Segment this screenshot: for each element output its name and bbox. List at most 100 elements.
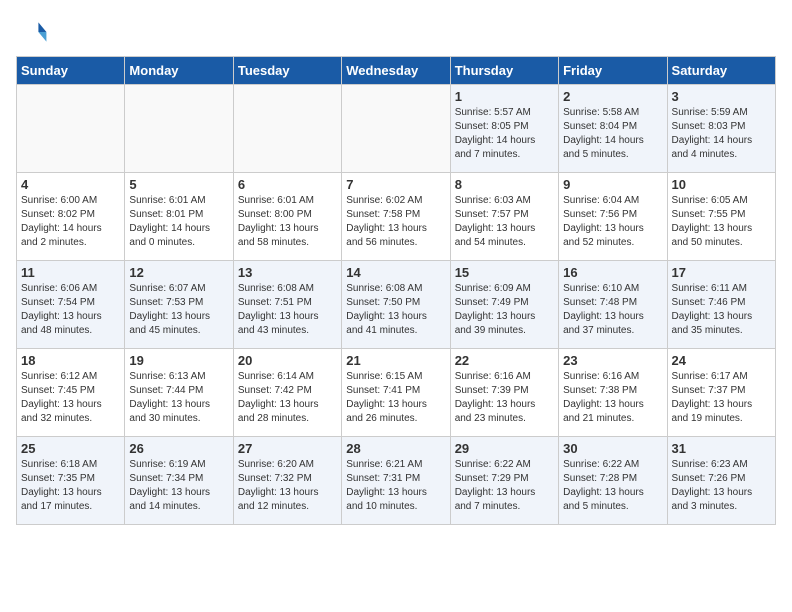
day-number: 9 (563, 177, 662, 192)
day-info: Sunrise: 6:22 AM Sunset: 7:28 PM Dayligh… (563, 458, 662, 514)
day-number: 31 (672, 441, 771, 456)
calendar-cell: 9 Sunrise: 6:04 AM Sunset: 7:56 PM Daylig… (559, 173, 667, 261)
day-number: 26 (129, 441, 228, 456)
calendar-cell: 25Sunrise: 6:18 AM Sunset: 7:35 PM Dayli… (17, 437, 125, 525)
day-info: Sunrise: 6:08 AM Sunset: 7:50 PM Dayligh… (346, 282, 445, 338)
header-thursday: Thursday (450, 57, 558, 85)
logo (16, 16, 52, 48)
day-number: 11 (21, 265, 120, 280)
calendar: SundayMondayTuesdayWednesdayThursdayFrid… (16, 56, 776, 525)
day-info: Sunrise: 6:11 AM Sunset: 7:46 PM Dayligh… (672, 282, 771, 338)
day-info: Sunrise: 5:58 AM Sunset: 8:04 PM Dayligh… (563, 106, 662, 162)
day-info: Sunrise: 6:06 AM Sunset: 7:54 PM Dayligh… (21, 282, 120, 338)
calendar-cell: 22Sunrise: 6:16 AM Sunset: 7:39 PM Dayli… (450, 349, 558, 437)
logo-icon (16, 16, 48, 48)
day-number: 30 (563, 441, 662, 456)
calendar-cell (125, 85, 233, 173)
week-row-2: 4 Sunrise: 6:00 AM Sunset: 8:02 PM Daylig… (17, 173, 776, 261)
calendar-cell: 31 Sunrise: 6:23 AM Sunset: 7:26 PM Dayli… (667, 437, 775, 525)
week-row-4: 18 Sunrise: 6:12 AM Sunset: 7:45 PM Dayli… (17, 349, 776, 437)
calendar-cell: 19Sunrise: 6:13 AM Sunset: 7:44 PM Dayli… (125, 349, 233, 437)
day-info: Sunrise: 6:05 AM Sunset: 7:55 PM Dayligh… (672, 194, 771, 250)
day-number: 25 (21, 441, 120, 456)
day-info: Sunrise: 6:04 AM Sunset: 7:56 PM Dayligh… (563, 194, 662, 250)
calendar-cell: 5 Sunrise: 6:01 AM Sunset: 8:01 PM Daylig… (125, 173, 233, 261)
day-info: Sunrise: 6:07 AM Sunset: 7:53 PM Dayligh… (129, 282, 228, 338)
day-number: 28 (346, 441, 445, 456)
day-number: 23 (563, 353, 662, 368)
day-number: 16 (563, 265, 662, 280)
day-number: 8 (455, 177, 554, 192)
day-number: 1 (455, 89, 554, 104)
calendar-header-row: SundayMondayTuesdayWednesdayThursdayFrid… (17, 57, 776, 85)
day-number: 7 (346, 177, 445, 192)
week-row-5: 25Sunrise: 6:18 AM Sunset: 7:35 PM Dayli… (17, 437, 776, 525)
day-info: Sunrise: 6:01 AM Sunset: 8:01 PM Dayligh… (129, 194, 228, 250)
day-info: Sunrise: 6:16 AM Sunset: 7:38 PM Dayligh… (563, 370, 662, 426)
calendar-cell: 2Sunrise: 5:58 AM Sunset: 8:04 PM Daylig… (559, 85, 667, 173)
calendar-cell: 12 Sunrise: 6:07 AM Sunset: 7:53 PM Dayli… (125, 261, 233, 349)
day-info: Sunrise: 6:20 AM Sunset: 7:32 PM Dayligh… (238, 458, 337, 514)
day-number: 29 (455, 441, 554, 456)
header-wednesday: Wednesday (342, 57, 450, 85)
day-info: Sunrise: 6:03 AM Sunset: 7:57 PM Dayligh… (455, 194, 554, 250)
week-row-3: 11 Sunrise: 6:06 AM Sunset: 7:54 PM Dayli… (17, 261, 776, 349)
day-info: Sunrise: 6:01 AM Sunset: 8:00 PM Dayligh… (238, 194, 337, 250)
calendar-cell: 17 Sunrise: 6:11 AM Sunset: 7:46 PM Dayli… (667, 261, 775, 349)
day-number: 4 (21, 177, 120, 192)
day-number: 3 (672, 89, 771, 104)
calendar-cell: 18 Sunrise: 6:12 AM Sunset: 7:45 PM Dayli… (17, 349, 125, 437)
calendar-cell: 23 Sunrise: 6:16 AM Sunset: 7:38 PM Dayli… (559, 349, 667, 437)
day-number: 17 (672, 265, 771, 280)
day-info: Sunrise: 5:57 AM Sunset: 8:05 PM Dayligh… (455, 106, 554, 162)
day-number: 5 (129, 177, 228, 192)
day-number: 12 (129, 265, 228, 280)
day-number: 22 (455, 353, 554, 368)
day-info: Sunrise: 6:09 AM Sunset: 7:49 PM Dayligh… (455, 282, 554, 338)
day-info: Sunrise: 6:02 AM Sunset: 7:58 PM Dayligh… (346, 194, 445, 250)
calendar-cell: 16 Sunrise: 6:10 AM Sunset: 7:48 PM Dayli… (559, 261, 667, 349)
calendar-cell: 20 Sunrise: 6:14 AM Sunset: 7:42 PM Dayli… (233, 349, 341, 437)
day-number: 21 (346, 353, 445, 368)
header-saturday: Saturday (667, 57, 775, 85)
day-info: Sunrise: 6:00 AM Sunset: 8:02 PM Dayligh… (21, 194, 120, 250)
calendar-cell: 15 Sunrise: 6:09 AM Sunset: 7:49 PM Dayli… (450, 261, 558, 349)
calendar-cell (17, 85, 125, 173)
day-number: 24 (672, 353, 771, 368)
day-info: Sunrise: 6:23 AM Sunset: 7:26 PM Dayligh… (672, 458, 771, 514)
day-info: Sunrise: 6:22 AM Sunset: 7:29 PM Dayligh… (455, 458, 554, 514)
calendar-cell: 1 Sunrise: 5:57 AM Sunset: 8:05 PM Daylig… (450, 85, 558, 173)
day-number: 20 (238, 353, 337, 368)
header-friday: Friday (559, 57, 667, 85)
calendar-cell: 24 Sunrise: 6:17 AM Sunset: 7:37 PM Dayli… (667, 349, 775, 437)
day-number: 18 (21, 353, 120, 368)
header-sunday: Sunday (17, 57, 125, 85)
calendar-cell: 3Sunrise: 5:59 AM Sunset: 8:03 PM Daylig… (667, 85, 775, 173)
calendar-cell: 6 Sunrise: 6:01 AM Sunset: 8:00 PM Daylig… (233, 173, 341, 261)
calendar-cell: 14 Sunrise: 6:08 AM Sunset: 7:50 PM Dayli… (342, 261, 450, 349)
day-number: 10 (672, 177, 771, 192)
calendar-cell: 10 Sunrise: 6:05 AM Sunset: 7:55 PM Dayli… (667, 173, 775, 261)
day-info: Sunrise: 6:13 AM Sunset: 7:44 PM Dayligh… (129, 370, 228, 426)
header-monday: Monday (125, 57, 233, 85)
day-number: 6 (238, 177, 337, 192)
calendar-cell: 21Sunrise: 6:15 AM Sunset: 7:41 PM Dayli… (342, 349, 450, 437)
day-info: Sunrise: 6:08 AM Sunset: 7:51 PM Dayligh… (238, 282, 337, 338)
day-info: Sunrise: 6:12 AM Sunset: 7:45 PM Dayligh… (21, 370, 120, 426)
day-number: 15 (455, 265, 554, 280)
day-info: Sunrise: 6:14 AM Sunset: 7:42 PM Dayligh… (238, 370, 337, 426)
header (16, 16, 776, 48)
day-info: Sunrise: 6:21 AM Sunset: 7:31 PM Dayligh… (346, 458, 445, 514)
calendar-cell: 13Sunrise: 6:08 AM Sunset: 7:51 PM Dayli… (233, 261, 341, 349)
day-info: Sunrise: 6:17 AM Sunset: 7:37 PM Dayligh… (672, 370, 771, 426)
calendar-cell (342, 85, 450, 173)
calendar-cell: 11 Sunrise: 6:06 AM Sunset: 7:54 PM Dayli… (17, 261, 125, 349)
day-number: 14 (346, 265, 445, 280)
calendar-cell: 29 Sunrise: 6:22 AM Sunset: 7:29 PM Dayli… (450, 437, 558, 525)
header-tuesday: Tuesday (233, 57, 341, 85)
day-info: Sunrise: 6:10 AM Sunset: 7:48 PM Dayligh… (563, 282, 662, 338)
calendar-cell: 4 Sunrise: 6:00 AM Sunset: 8:02 PM Daylig… (17, 173, 125, 261)
calendar-cell: 26Sunrise: 6:19 AM Sunset: 7:34 PM Dayli… (125, 437, 233, 525)
calendar-cell: 8 Sunrise: 6:03 AM Sunset: 7:57 PM Daylig… (450, 173, 558, 261)
calendar-cell: 7 Sunrise: 6:02 AM Sunset: 7:58 PM Daylig… (342, 173, 450, 261)
